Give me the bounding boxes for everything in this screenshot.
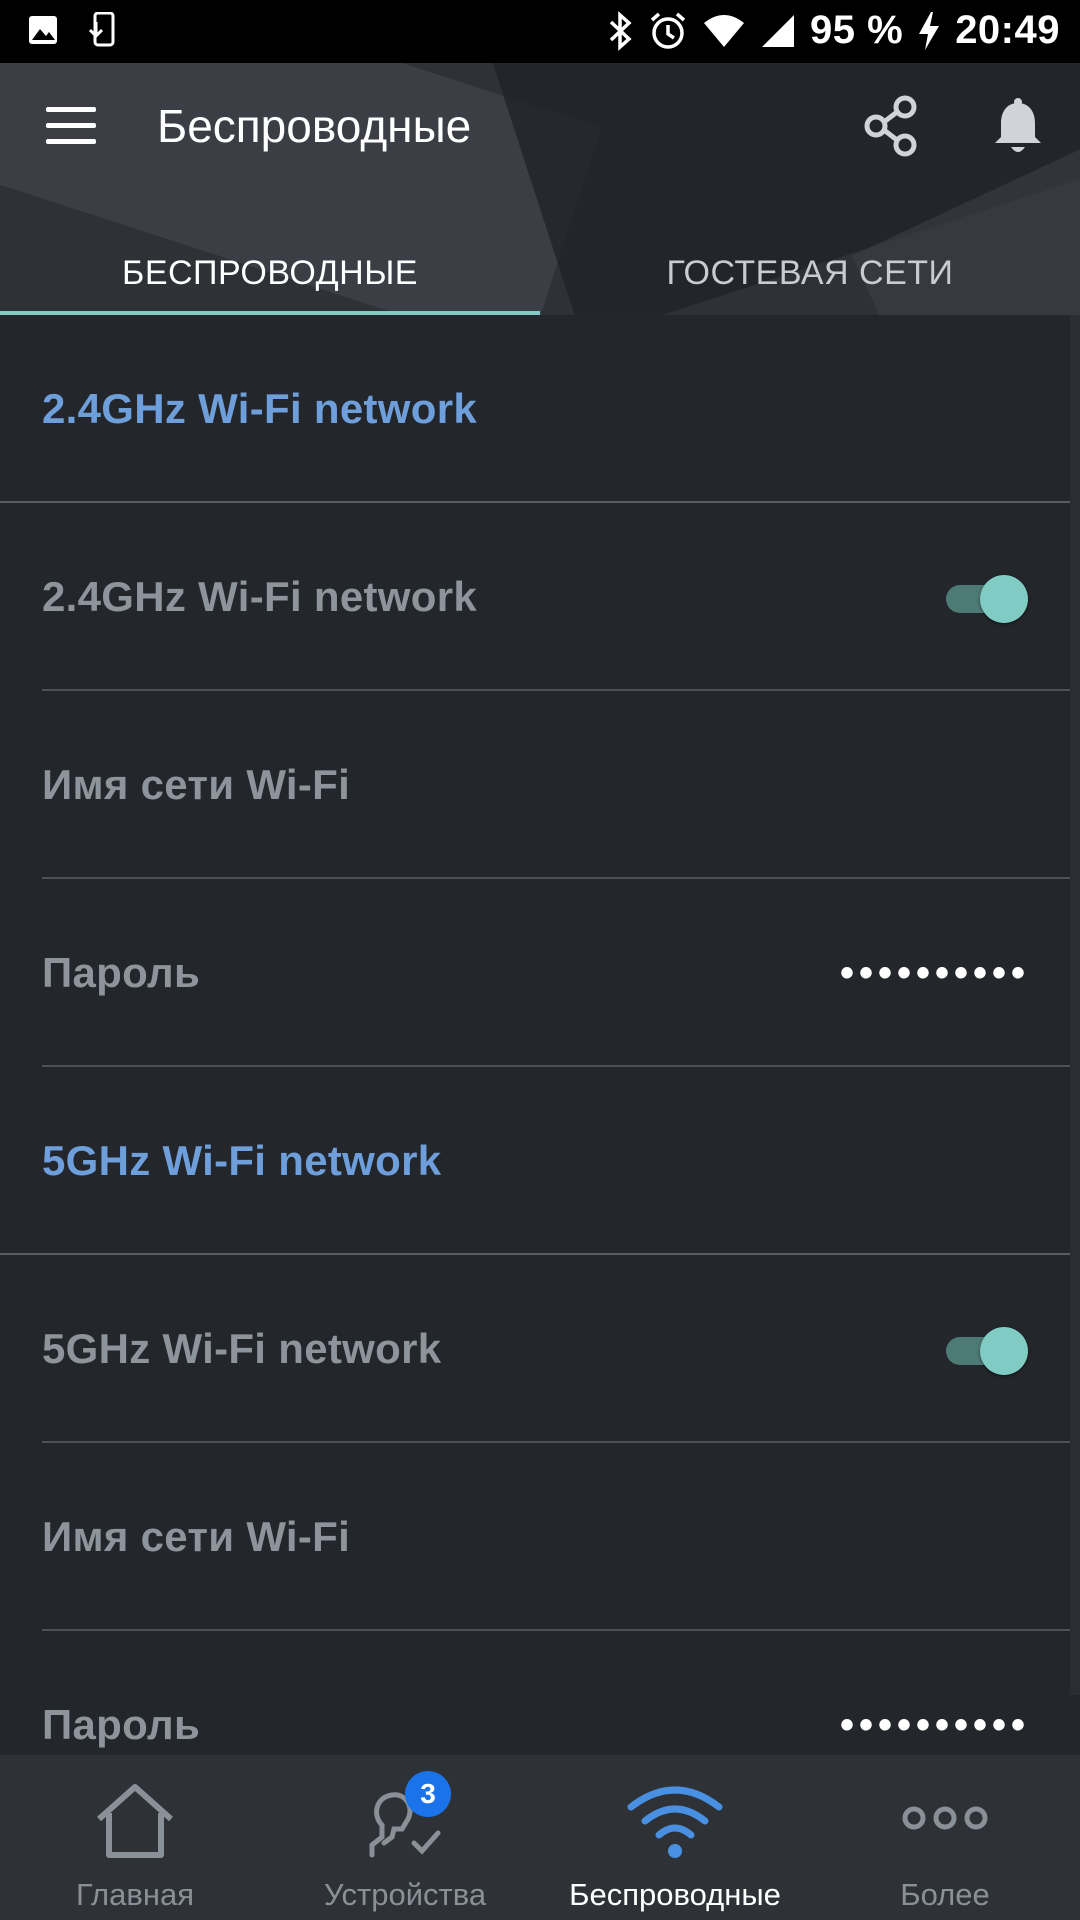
battery-charging-icon — [919, 11, 940, 50]
password-label: Пароль — [42, 949, 201, 996]
section-title: 2.4GHz Wi-Fi network — [42, 385, 478, 432]
bluetooth-icon — [609, 10, 632, 51]
nav-more[interactable]: Более — [810, 1755, 1080, 1920]
nav-devices[interactable]: Устройства — [270, 1755, 540, 1920]
password-value: •••••••••• — [839, 951, 1030, 995]
toggle-row-5ghz[interactable]: 5GHz Wi-Fi network — [0, 1255, 1080, 1443]
cell-signal-icon — [762, 14, 795, 47]
hamburger-menu-icon[interactable] — [46, 107, 98, 147]
nav-label: Беспроводные — [569, 1877, 781, 1912]
wifi-5ghz-switch[interactable] — [946, 1327, 1028, 1375]
nav-label: Более — [900, 1877, 990, 1912]
password-label: Пароль — [42, 1701, 201, 1748]
nav-label: Главная — [76, 1877, 194, 1912]
toggle-label: 2.4GHz Wi-Fi network — [42, 573, 478, 620]
home-icon — [97, 1784, 173, 1858]
notification-bell-icon[interactable] — [990, 97, 1046, 157]
wifi-icon — [627, 1786, 723, 1858]
image-notification-icon — [29, 16, 57, 44]
nav-wireless[interactable]: Беспроводные — [540, 1755, 810, 1920]
battery-percent: 95 % — [810, 8, 904, 52]
password-row-5ghz[interactable]: Пароль •••••••••• — [0, 1631, 1080, 1755]
phone-download-icon — [88, 12, 115, 47]
wifi-signal-icon — [704, 14, 745, 47]
share-icon[interactable] — [862, 95, 920, 157]
ssid-row-5ghz[interactable]: Имя сети Wi-Fi — [0, 1443, 1080, 1631]
status-bar: 95 % 20:49 — [0, 0, 1080, 63]
ssid-label: Имя сети Wi-Fi — [42, 1513, 351, 1560]
nav-label: Устройства — [323, 1877, 487, 1912]
section-header-2-4ghz: 2.4GHz Wi-Fi network — [0, 315, 1080, 503]
wifi-2-4ghz-switch[interactable] — [946, 575, 1028, 623]
settings-list: 2.4GHz Wi-Fi network 2.4GHz Wi-Fi networ… — [0, 315, 1080, 1755]
alarm-icon — [650, 12, 686, 49]
section-header-5ghz: 5GHz Wi-Fi network — [0, 1067, 1080, 1255]
tab-bar: БЕСПРОВОДНЫЕ ГОСТЕВАЯ СЕТИ — [0, 235, 1080, 315]
ssid-label: Имя сети Wi-Fi — [42, 761, 351, 808]
toggle-label: 5GHz Wi-Fi network — [42, 1325, 442, 1372]
scrollbar[interactable] — [1070, 315, 1080, 1695]
section-title: 5GHz Wi-Fi network — [42, 1137, 442, 1184]
toggle-row-2-4ghz[interactable]: 2.4GHz Wi-Fi network — [0, 503, 1080, 691]
bottom-navigation: Главная Устройства Беспроводные Более — [0, 1755, 1080, 1920]
more-icon — [902, 1806, 988, 1830]
nav-home[interactable]: Главная — [0, 1755, 270, 1920]
clock: 20:49 — [955, 8, 1060, 52]
password-value: •••••••••• — [839, 1703, 1030, 1747]
app-header: Беспроводные БЕСПРОВОДНЫЕ ГОСТЕВАЯ СЕТИ — [0, 63, 1080, 315]
tab-guest-network[interactable]: ГОСТЕВАЯ СЕТИ — [540, 235, 1080, 315]
tab-wireless[interactable]: БЕСПРОВОДНЫЕ — [0, 235, 540, 315]
password-row-2-4ghz[interactable]: Пароль •••••••••• — [0, 879, 1080, 1067]
ssid-row-2-4ghz[interactable]: Имя сети Wi-Fi — [0, 691, 1080, 879]
page-title: Беспроводные — [157, 100, 472, 152]
devices-count-badge: 3 — [405, 1771, 451, 1817]
